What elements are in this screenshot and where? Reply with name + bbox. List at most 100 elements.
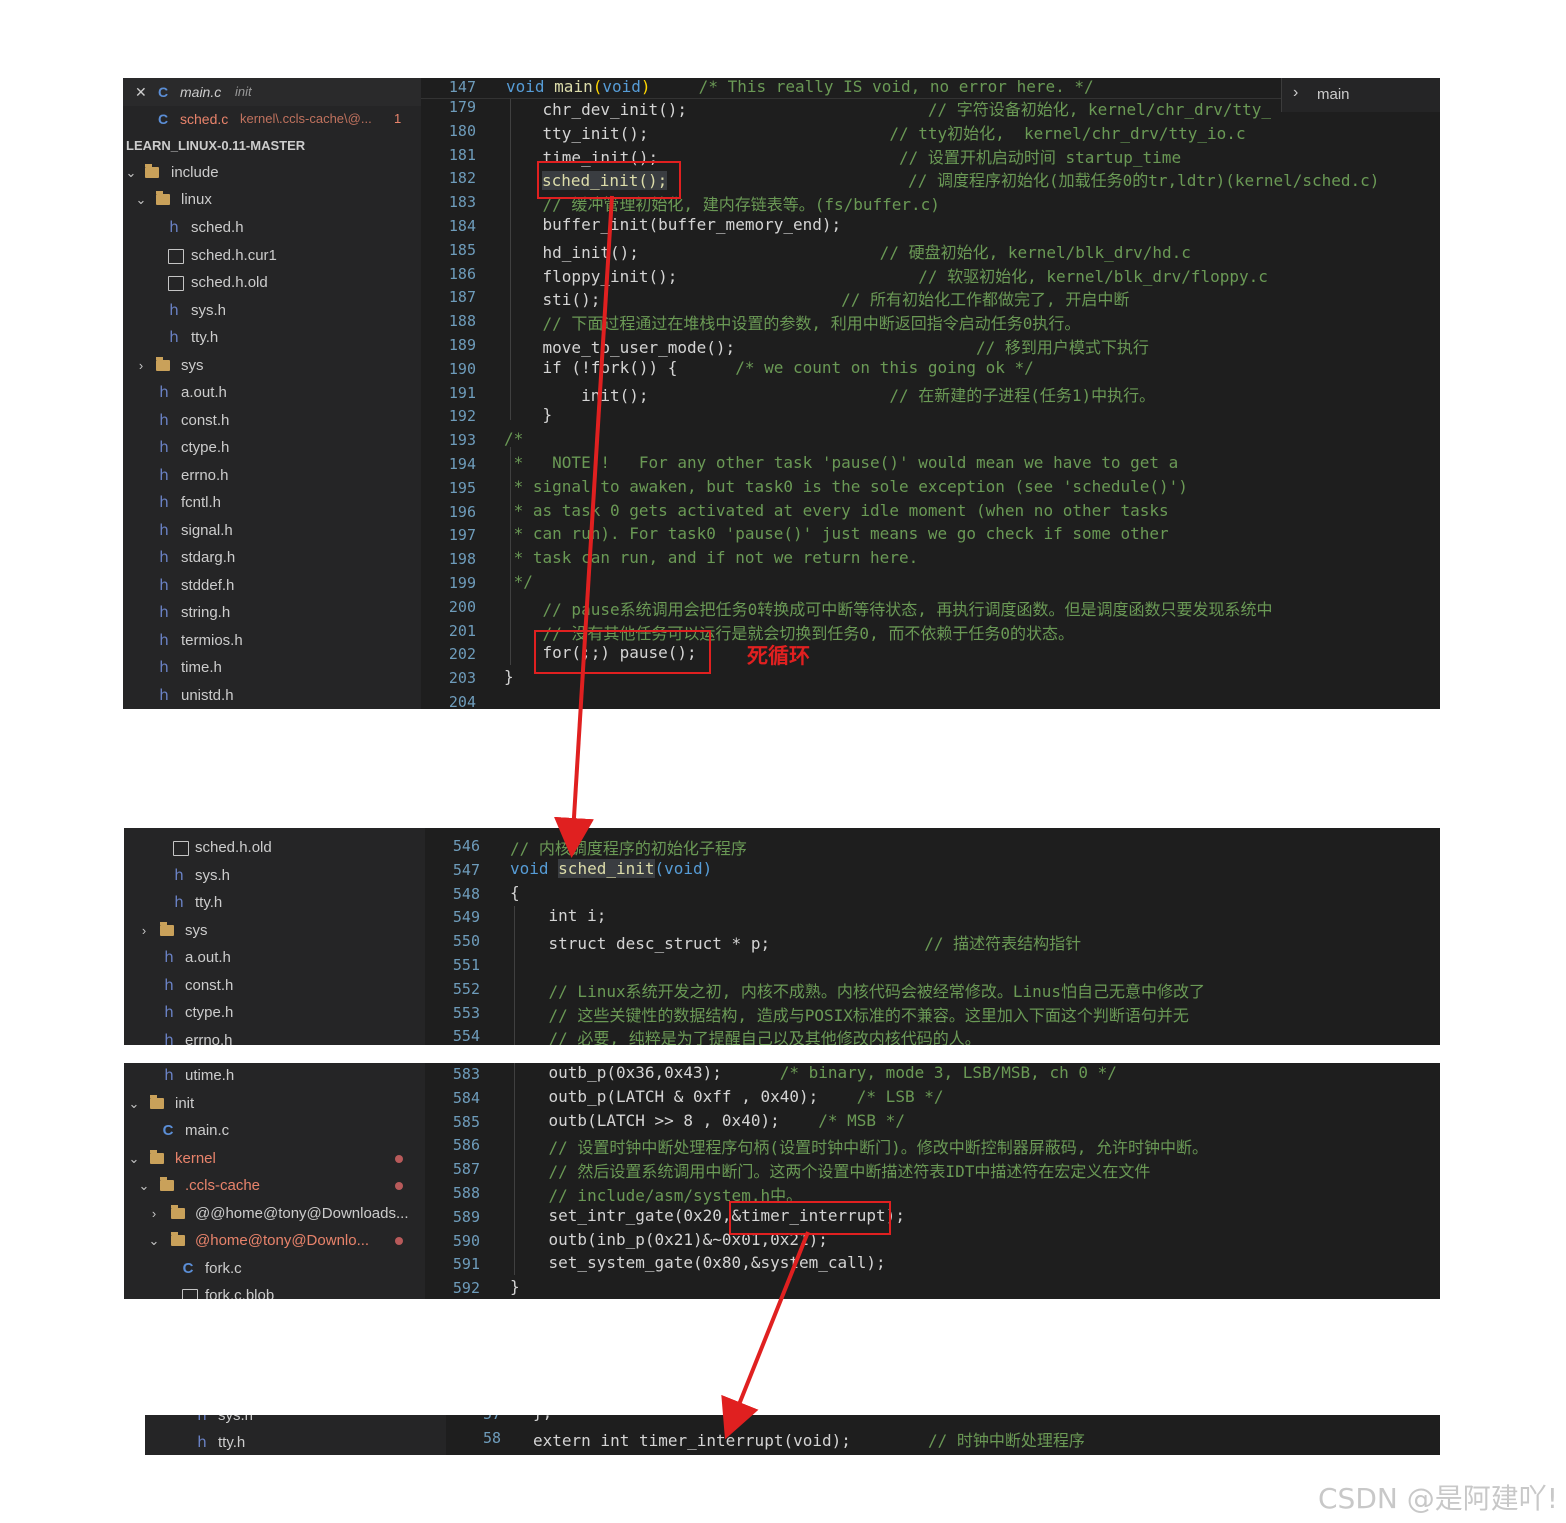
tree-file-tty-h[interactable]: h tty.h	[124, 889, 425, 916]
tree-label: time.h	[181, 659, 222, 676]
code-line: // 下面过程通过在堆栈中设置的参数, 利用中断返回指令启动任务0执行。	[504, 314, 1081, 334]
code-line: outb(LATCH >> 8 , 0x40); /* MSB */	[510, 1110, 905, 1130]
c-file-icon: C	[182, 1260, 194, 1277]
sticky-scroll-header[interactable]: 147 void main(void) /* This really IS vo…	[421, 78, 1281, 99]
line-number: 184	[448, 217, 476, 235]
tree-file-utime-h[interactable]: h utime.h	[124, 1063, 425, 1089]
tree-file-const-h[interactable]: h const.h	[124, 972, 425, 999]
tree-file-ctype-h[interactable]: h ctype.h	[123, 434, 421, 461]
tree-label: fcntl.h	[181, 494, 222, 511]
line-number: 199	[448, 574, 476, 592]
line-number: 592	[452, 1279, 480, 1298]
h-file-icon: h	[159, 438, 169, 456]
tree-file-sched-h-cur1[interactable]: sched.h.cur1	[123, 242, 421, 269]
tree-folder-ccls-cache[interactable]: ⌄ .ccls-cache	[124, 1172, 425, 1199]
tree-folder-kernel[interactable]: ⌄ kernel	[124, 1145, 425, 1172]
tree-file-const-h[interactable]: h const.h	[123, 407, 421, 434]
code-line: * as task 0 gets activated at every idle…	[504, 500, 1169, 520]
line-number: 588	[452, 1184, 480, 1202]
code-editor[interactable]: 57 58 }; extern int timer_interrupt(void);…	[446, 1415, 1440, 1455]
code-line: }	[504, 405, 553, 425]
code-editor[interactable]: 147 void main(void) /* This really IS vo…	[421, 78, 1440, 709]
line-number: 586	[452, 1136, 480, 1155]
line-number: 587	[452, 1160, 480, 1179]
chevron-right-icon: ›	[141, 923, 147, 938]
code-editor[interactable]: 546 547 548 549 550 551 552 553 554 // 内核调度程序的初始…	[425, 828, 1440, 1045]
tab-folder: init	[235, 84, 252, 99]
code-line: */	[504, 572, 533, 591]
code-line: if (!fork()) { /* we count on this going…	[504, 357, 1034, 377]
tree-label: termios.h	[181, 632, 243, 649]
tree-label: a.out.h	[181, 384, 227, 401]
h-file-icon: h	[164, 1003, 174, 1021]
line-number: 554	[452, 1027, 480, 1045]
tree-file-sched-h[interactable]: h sched.h	[123, 214, 421, 241]
tree-file-string-h[interactable]: h string.h	[123, 599, 421, 626]
tree-file-sched-h-old[interactable]: sched.h.old	[124, 834, 425, 861]
tree-label: utime.h	[185, 1067, 235, 1084]
tree-file-sys-h[interactable]: h sys.h	[145, 1415, 446, 1429]
code-line: struct desc_struct * p; // 描述符表结构指针	[510, 934, 1082, 954]
tree-file-main-c[interactable]: Cmain.c	[124, 1117, 425, 1144]
h-file-icon: h	[174, 866, 184, 884]
tree-folder-linux[interactable]: ⌄ linux	[123, 186, 421, 213]
h-file-icon: h	[174, 893, 184, 911]
tree-file-signal-h[interactable]: h signal.h	[123, 517, 421, 544]
breadcrumb-symbol[interactable]: main	[1317, 86, 1350, 103]
tree-label: .ccls-cache	[185, 1177, 261, 1194]
open-editor-sched-c[interactable]: C sched.c kernel\.ccls-cache\@... 1	[123, 105, 421, 133]
tree-file-tty-h[interactable]: h tty.h	[145, 1429, 446, 1455]
tree-file-fork-c-blob[interactable]: fork.c.blob	[124, 1282, 425, 1299]
tree-folder-init[interactable]: ⌄ init	[124, 1090, 425, 1117]
h-file-icon: h	[159, 631, 169, 649]
tree-file-sched-h-old[interactable]: sched.h.old	[123, 269, 421, 296]
breadcrumb[interactable]: › main	[1281, 78, 1440, 112]
tree-file-errno-h[interactable]: h errno.h	[124, 1027, 425, 1045]
tree-file-errno-h[interactable]: h errno.h	[123, 462, 421, 489]
tree-file-tty-h[interactable]: h tty.h	[123, 324, 421, 351]
tree-file-ctype-h[interactable]: h ctype.h	[124, 999, 425, 1026]
tree-file-sys-h[interactable]: h sys.h	[123, 297, 421, 324]
chevron-right-icon: ›	[138, 358, 144, 373]
tree-folder-sys[interactable]: › sys	[123, 352, 421, 379]
tree-file-time-h[interactable]: h time.h	[123, 654, 421, 681]
file-icon	[182, 1289, 198, 1299]
line-number: 197	[448, 526, 476, 545]
tree-folder-sys[interactable]: › sys	[124, 917, 425, 944]
tree-label: sys.h	[218, 1415, 254, 1424]
editor-screenshot-set-intr-gate: h utime.h ⌄ init Cmain.c ⌄ kernel ⌄ .ccls…	[124, 1063, 1440, 1299]
code-line: * signal to awaken, but task0 is the sol…	[504, 476, 1188, 496]
folder-icon	[150, 1150, 164, 1164]
tree-file-fcntl-h[interactable]: h fcntl.h	[123, 489, 421, 516]
line-number: 584	[452, 1088, 480, 1107]
line-number: 57	[446, 1415, 501, 1423]
tree-file-a-out-h[interactable]: h a.out.h	[124, 944, 425, 971]
line-number: 196	[448, 502, 476, 521]
open-editor-main-c[interactable]: ✕ C main.c init	[123, 78, 421, 106]
line-number: 183	[448, 193, 476, 212]
tree-file-stdarg-h[interactable]: h stdarg.h	[123, 544, 421, 571]
line-number: 551	[452, 956, 480, 974]
tree-file-a-out-h[interactable]: h a.out.h	[123, 379, 421, 406]
chevron-right-icon: ›	[1293, 84, 1299, 101]
watermark: CSDN @是阿建吖!	[1318, 1482, 1558, 1515]
tree-folder-include[interactable]: ⌄ include	[123, 159, 421, 186]
tree-label: init	[175, 1095, 195, 1112]
tree-folder-home-downloads-2[interactable]: ⌄ @home@tony@Downlo...	[124, 1227, 425, 1254]
tree-file-fork-c[interactable]: Cfork.c	[124, 1255, 425, 1282]
line-number: 188	[448, 312, 476, 331]
code-line: // Linux系统开发之初, 内核不成熟。内核代码会被经常修改。Linus怕自…	[510, 981, 1206, 1001]
line-number: 204	[448, 693, 476, 709]
close-icon[interactable]: ✕	[135, 78, 147, 106]
tree-file-termios-h[interactable]: h termios.h	[123, 627, 421, 654]
tree-file-stddef-h[interactable]: h stddef.h	[123, 572, 421, 599]
code-editor[interactable]: 583 584 585 586 587 588 589 590 591 592 outb_p(0x…	[425, 1063, 1440, 1299]
code-line: int i;	[510, 906, 607, 926]
c-file-icon: C	[162, 1122, 174, 1139]
tree-file-unistd-h[interactable]: h unistd.h	[123, 682, 421, 709]
problem-badge: 1	[394, 111, 402, 126]
tree-folder-home-downloads-1[interactable]: › @@home@tony@Downloads...	[124, 1200, 425, 1227]
tree-file-sys-h[interactable]: h sys.h	[124, 862, 425, 889]
file-icon	[168, 276, 184, 291]
h-file-icon: h	[159, 411, 169, 429]
